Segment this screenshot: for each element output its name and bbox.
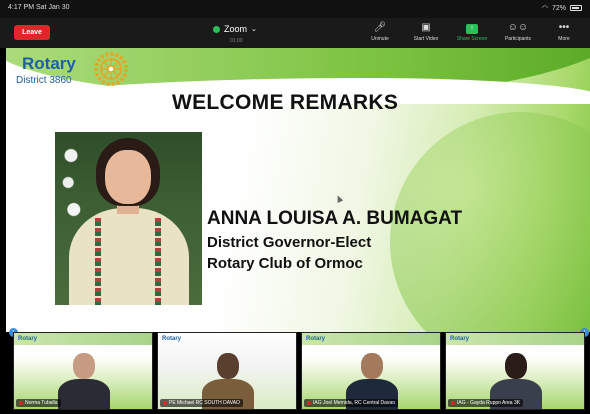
thumb-logo: Rotary <box>18 336 38 342</box>
participant-head <box>361 353 383 379</box>
participant-tile[interactable]: Rotary IAG Joel Mernida, RC Central Dava… <box>301 332 441 410</box>
video-off-icon: ▣ <box>421 22 431 33</box>
participant-name-tag: Norma Tuballa <box>16 399 61 407</box>
leave-button[interactable]: Leave <box>14 25 50 40</box>
meeting-title: Zoom <box>224 24 248 34</box>
photo-embroidery-right <box>155 218 161 305</box>
participant-name-tag: PE Michael RC SOUTH DAVAO <box>160 399 243 407</box>
start-video-button[interactable]: ▣ Start Video <box>406 20 446 42</box>
photo-body <box>69 208 189 305</box>
mouse-cursor-icon <box>334 194 344 203</box>
security-shield-icon <box>213 25 220 33</box>
photo-embroidery-left <box>95 218 101 305</box>
participant-tile[interactable]: Rotary Norma Tuballa <box>13 332 153 410</box>
photo-face <box>105 150 151 204</box>
speaker-club: Rotary Club of Ormoc <box>207 255 363 272</box>
unmute-label: Unmute <box>371 36 389 42</box>
participant-video <box>56 351 112 409</box>
photo-flowers <box>57 142 85 232</box>
participant-name-tag: IAG Joel Mernida, RC Central Davao <box>304 399 398 407</box>
slide-title: WELCOME REMARKS <box>172 91 399 114</box>
thumb-logo: Rotary <box>306 336 326 342</box>
battery-percent: 72% <box>551 4 566 12</box>
unmute-button[interactable]: 🎤︎ Unmute <box>360 20 400 42</box>
rotary-wheel-icon <box>94 52 128 86</box>
participant-name-tag: IAG - Gayda Ruppo Area 3K <box>448 399 524 407</box>
mic-muted-icon: 🎤︎ <box>373 22 387 33</box>
meeting-title-dropdown[interactable]: Zoom ⌄ <box>213 24 257 34</box>
chevron-down-icon: ⌄ <box>251 26 257 33</box>
toolbar-actions: 🎤︎ Unmute ▣ Start Video ↑ Share Screen ☺… <box>360 20 584 42</box>
participant-head <box>217 353 239 379</box>
mic-muted-icon <box>163 401 167 405</box>
participant-tile[interactable]: Rotary PE Michael RC SOUTH DAVAO <box>157 332 297 410</box>
participant-name: IAG Joel Mernida, RC Central Davao <box>313 400 395 406</box>
share-screen-icon: ↑ <box>452 20 492 36</box>
shared-slide: Rotary District 3860 WELCOME REMARKS ANN… <box>6 48 590 332</box>
wifi-icon: ◠ <box>541 5 548 12</box>
thumb-logo: Rotary <box>450 336 470 342</box>
participants-button[interactable]: ☺☺ Participants <box>498 20 538 42</box>
participant-body <box>58 379 110 409</box>
status-right-group: ◠ 72% <box>542 4 582 12</box>
participants-label: Participants <box>504 36 532 42</box>
mic-muted-icon <box>451 401 455 405</box>
participant-name: PE Michael RC SOUTH DAVAO <box>169 400 240 406</box>
more-button[interactable]: ••• More <box>544 20 584 42</box>
mic-muted-icon <box>307 401 311 405</box>
zoom-toolbar: Leave Zoom ⌄ 01:00 🎤︎ Unmute ▣ Start Vid… <box>0 18 590 48</box>
video-gallery-strip: ‹ › Rotary Norma Tuballa Rotary PE Micha… <box>0 328 590 414</box>
participant-name: Norma Tuballa <box>25 400 58 406</box>
participant-head <box>73 353 95 379</box>
rotary-district: District 3860 <box>16 75 72 86</box>
share-screen-button[interactable]: ↑ Share Screen <box>452 20 492 42</box>
start-video-label: Start Video <box>413 36 439 42</box>
share-screen-label: Share Screen <box>456 36 488 42</box>
rotary-logo: Rotary District 3860 <box>6 48 146 98</box>
participants-icon: ☺☺ <box>507 22 529 33</box>
battery-icon <box>570 5 582 11</box>
participant-head <box>505 353 527 379</box>
rotary-wordmark: Rotary <box>22 54 76 73</box>
speaker-name: ANNA LOUISA A. BUMAGAT <box>207 208 463 229</box>
status-time: 4:17 PM Sat Jan 30 <box>8 4 70 11</box>
thumb-logo: Rotary <box>162 336 182 342</box>
participant-name: IAG - Gayda Ruppo Area 3K <box>457 400 521 406</box>
more-icon: ••• <box>558 22 570 33</box>
mic-muted-icon <box>19 401 23 405</box>
participant-tile[interactable]: Rotary IAG - Gayda Ruppo Area 3K <box>445 332 585 410</box>
speaker-photo <box>55 132 202 305</box>
more-label: More <box>558 36 570 42</box>
speaker-role: District Governor-Elect <box>207 234 372 251</box>
ios-status-bar: 4:17 PM Sat Jan 30 ◠ 72% <box>0 0 590 18</box>
meeting-timer: 01:00 <box>230 38 243 44</box>
